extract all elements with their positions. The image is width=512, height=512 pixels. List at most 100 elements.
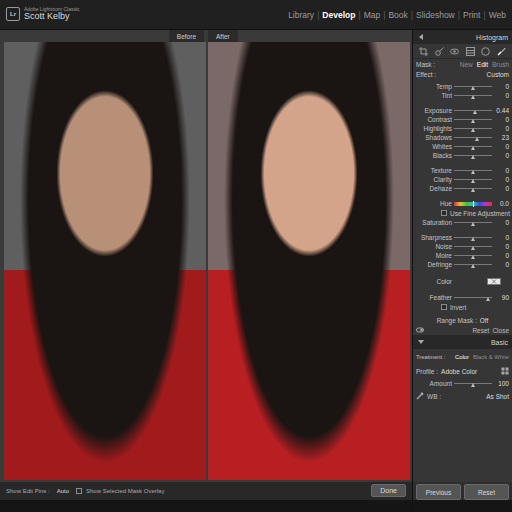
slider-value[interactable]: 23 bbox=[494, 134, 509, 141]
slider-track[interactable] bbox=[454, 95, 492, 96]
slider-label: Tint bbox=[416, 92, 452, 99]
close-link[interactable]: Close bbox=[492, 327, 509, 334]
after-photo[interactable] bbox=[208, 42, 410, 480]
slider-track[interactable] bbox=[454, 237, 492, 238]
slider-track[interactable] bbox=[454, 383, 492, 384]
slider-track[interactable] bbox=[454, 297, 492, 298]
slider-knob[interactable] bbox=[471, 222, 475, 226]
effect-select[interactable]: Custom bbox=[487, 71, 509, 78]
slider-knob[interactable] bbox=[471, 119, 475, 123]
slider-track[interactable] bbox=[454, 86, 492, 87]
treatment-option[interactable]: Color bbox=[455, 354, 469, 360]
toggle-icon[interactable] bbox=[416, 326, 424, 334]
slider-track[interactable] bbox=[454, 255, 492, 256]
slider-knob[interactable] bbox=[486, 297, 490, 301]
collapse-icon[interactable] bbox=[417, 338, 425, 346]
graduated-tool-icon[interactable] bbox=[466, 47, 475, 56]
slider-knob[interactable] bbox=[471, 170, 475, 174]
module-item[interactable]: Book bbox=[388, 10, 407, 20]
mask-option[interactable]: Edit bbox=[477, 61, 488, 68]
module-item[interactable]: Print bbox=[463, 10, 480, 20]
slider-knob[interactable] bbox=[473, 110, 477, 114]
slider-value[interactable]: 0 bbox=[494, 125, 509, 132]
reset-link[interactable]: Reset bbox=[472, 327, 489, 334]
mask-option[interactable]: New bbox=[460, 61, 473, 68]
slider-value[interactable]: 0 bbox=[494, 185, 509, 192]
range-mask-select[interactable]: Off bbox=[480, 317, 489, 324]
spot-tool-icon[interactable] bbox=[435, 47, 444, 56]
eyedropper-icon[interactable] bbox=[416, 392, 424, 400]
slider-knob[interactable] bbox=[471, 86, 475, 90]
slider-value[interactable]: 0 bbox=[494, 234, 509, 241]
mask-option[interactable]: Brush bbox=[492, 61, 509, 68]
slider-knob[interactable] bbox=[471, 146, 475, 150]
slider-knob[interactable] bbox=[471, 155, 475, 159]
hue-value[interactable]: 0.0 bbox=[494, 200, 509, 207]
treatment-option[interactable]: Black & White bbox=[473, 354, 509, 360]
done-button[interactable]: Done bbox=[371, 484, 406, 497]
profile-select[interactable]: Adobe Color bbox=[441, 368, 498, 375]
slider-value[interactable]: 0 bbox=[494, 92, 509, 99]
slider-value[interactable]: 90 bbox=[494, 294, 509, 301]
slider-knob[interactable] bbox=[471, 383, 475, 387]
slider-track[interactable] bbox=[454, 264, 492, 265]
before-photo[interactable] bbox=[4, 42, 206, 480]
slider-track[interactable] bbox=[454, 137, 492, 138]
slider-track[interactable] bbox=[454, 222, 492, 223]
slider-knob[interactable] bbox=[471, 95, 475, 99]
slider-track[interactable] bbox=[454, 110, 492, 111]
slider-label: Sharpness bbox=[416, 234, 452, 241]
color-swatch-icon[interactable] bbox=[487, 278, 501, 285]
slider-track[interactable] bbox=[454, 155, 492, 156]
slider-value[interactable]: 0 bbox=[494, 219, 509, 226]
edit-pins-select[interactable]: Auto bbox=[54, 487, 72, 495]
slider-value[interactable]: 0 bbox=[494, 261, 509, 268]
slider-knob[interactable] bbox=[475, 137, 479, 141]
histogram-header[interactable]: Histogram bbox=[413, 30, 512, 44]
slider-track[interactable] bbox=[454, 179, 492, 180]
slider-knob[interactable] bbox=[471, 179, 475, 183]
collapse-icon[interactable] bbox=[417, 33, 425, 41]
slider-value[interactable]: 100 bbox=[494, 380, 509, 387]
slider-value[interactable]: 0 bbox=[494, 167, 509, 174]
slider-track[interactable] bbox=[454, 188, 492, 189]
overlay-checkbox[interactable] bbox=[76, 488, 82, 494]
slider-value[interactable]: 0 bbox=[494, 152, 509, 159]
slider-knob[interactable] bbox=[471, 246, 475, 250]
hue-marker[interactable] bbox=[473, 201, 474, 207]
profile-browser-icon[interactable] bbox=[501, 367, 509, 375]
module-item[interactable]: Web bbox=[489, 10, 506, 20]
slider-knob[interactable] bbox=[471, 237, 475, 241]
panel-button[interactable]: Previous bbox=[416, 484, 461, 500]
slider-value[interactable]: 0 bbox=[494, 116, 509, 123]
crop-tool-icon[interactable] bbox=[419, 47, 428, 56]
hue-bar[interactable] bbox=[454, 202, 492, 206]
panel-button[interactable]: Reset bbox=[464, 484, 509, 500]
slider-track[interactable] bbox=[454, 170, 492, 171]
slider-knob[interactable] bbox=[471, 128, 475, 132]
slider-track[interactable] bbox=[454, 246, 492, 247]
slider-value[interactable]: 0 bbox=[494, 252, 509, 259]
wb-select[interactable]: As Shot bbox=[486, 393, 509, 400]
checkbox[interactable] bbox=[441, 304, 447, 310]
brush-tool-icon[interactable] bbox=[497, 47, 506, 56]
slider-track[interactable] bbox=[454, 128, 492, 129]
module-item[interactable]: Map bbox=[364, 10, 381, 20]
slider-value[interactable]: 0 bbox=[494, 176, 509, 183]
slider-knob[interactable] bbox=[471, 264, 475, 268]
slider-track[interactable] bbox=[454, 146, 492, 147]
slider-value[interactable]: 0 bbox=[494, 243, 509, 250]
module-item[interactable]: Library bbox=[288, 10, 314, 20]
checkbox[interactable] bbox=[441, 210, 447, 216]
basic-header[interactable]: Basic bbox=[413, 335, 512, 349]
module-item[interactable]: Slideshow bbox=[416, 10, 455, 20]
slider-knob[interactable] bbox=[471, 255, 475, 259]
slider-value[interactable]: 0 bbox=[494, 143, 509, 150]
slider-value[interactable]: 0 bbox=[494, 83, 509, 90]
module-item[interactable]: Develop bbox=[322, 10, 355, 20]
radial-tool-icon[interactable] bbox=[481, 47, 490, 56]
slider-value[interactable]: 0.44 bbox=[494, 107, 509, 114]
red-eye-tool-icon[interactable] bbox=[450, 47, 459, 56]
slider-knob[interactable] bbox=[471, 188, 475, 192]
slider-track[interactable] bbox=[454, 119, 492, 120]
